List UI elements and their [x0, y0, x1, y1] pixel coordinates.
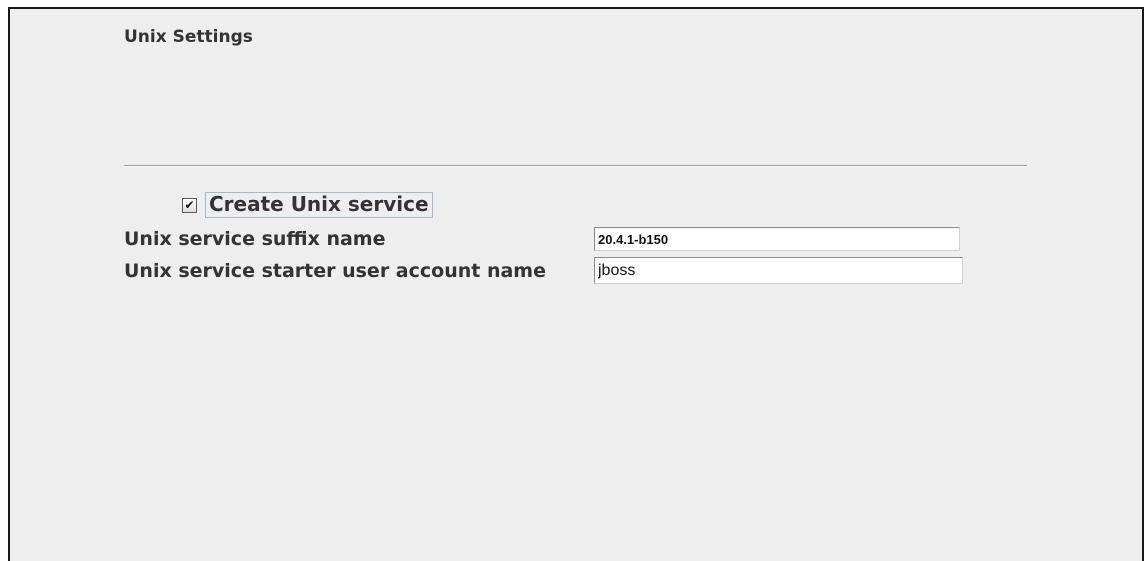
create-unix-service-checkbox[interactable]: ✔: [182, 197, 197, 213]
create-unix-service-checkbox-row[interactable]: ✔ Create Unix service: [182, 192, 433, 218]
separator: [124, 165, 1027, 167]
starter-account-input[interactable]: [594, 257, 963, 284]
starter-account-label: Unix service starter user account name: [124, 260, 546, 282]
create-unix-service-label[interactable]: Create Unix service: [205, 192, 433, 218]
suffix-name-label: Unix service suffix name: [124, 228, 386, 250]
section-title: Unix Settings: [124, 27, 253, 47]
unix-settings-panel: Unix Settings ✔ Create Unix service Unix…: [8, 7, 1144, 561]
suffix-name-input[interactable]: [594, 227, 960, 251]
